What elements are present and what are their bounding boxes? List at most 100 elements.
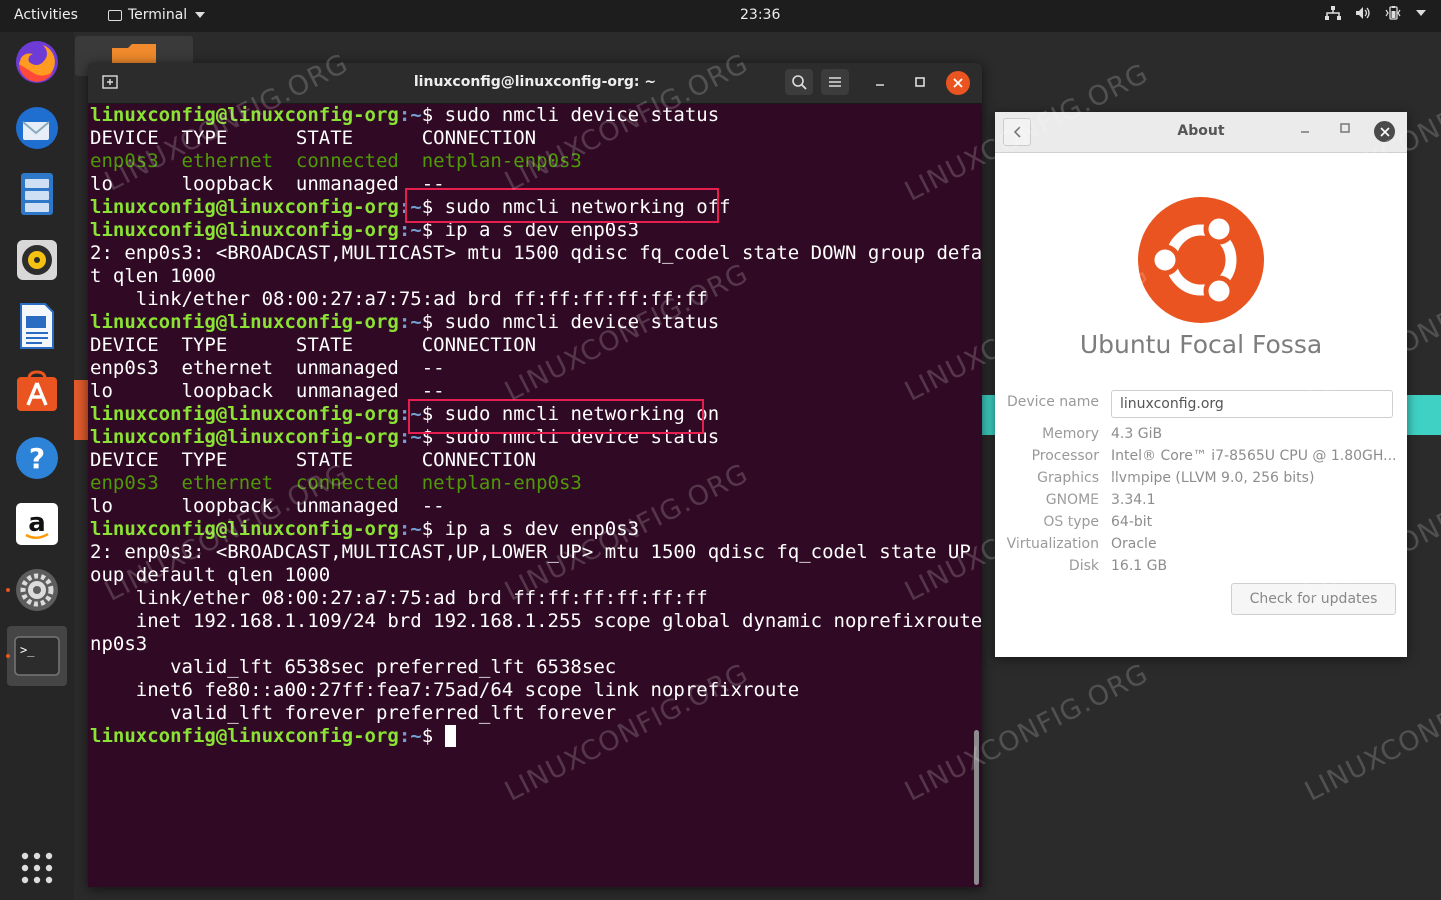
- dock-rhythmbox[interactable]: [7, 230, 67, 290]
- dock-amazon[interactable]: a: [7, 494, 67, 554]
- about-row: Disk 16.1 GB: [995, 558, 1407, 580]
- output-text: enp0s3 ethernet unmanaged --: [90, 357, 445, 379]
- app-menu[interactable]: Terminal: [108, 7, 206, 23]
- terminal-output-line: enp0s3 ethernet connected netplan-enp0s3: [90, 150, 970, 173]
- software-icon: [17, 370, 57, 411]
- prompt-user: linuxconfig@linuxconfig-org: [90, 518, 399, 540]
- amazon-icon: a: [16, 503, 58, 545]
- prompt-sign: $: [421, 104, 445, 126]
- about-row-value: 3.34.1: [1111, 492, 1156, 508]
- caret-down-icon: [195, 12, 206, 18]
- about-row: OS type 64-bit: [995, 514, 1407, 536]
- about-row: GNOME 3.34.1: [995, 492, 1407, 514]
- maximize-button[interactable]: [906, 69, 934, 95]
- about-window[interactable]: About Ubuntu Focal Fossa Device name Mem…: [995, 112, 1407, 657]
- terminal-output-line: DEVICE TYPE STATE CONNECTION: [90, 449, 970, 472]
- terminal-window[interactable]: linuxconfig@linuxconfig-org: ~ linuxconf…: [88, 63, 982, 887]
- system-tray[interactable]: [1325, 6, 1427, 20]
- output-text: DEVICE TYPE STATE CONNECTION: [90, 449, 537, 471]
- terminal-output-line: valid_lft 6538sec preferred_lft 6538sec: [90, 656, 970, 679]
- about-row-value: Intel® Core™ i7-8565U CPU @ 1.80GH...: [1111, 448, 1397, 464]
- dock-thunderbird[interactable]: [7, 98, 67, 158]
- about-row-value: llvmpipe (LLVM 9.0, 256 bits): [1111, 470, 1315, 486]
- about-maximize-button[interactable]: [1339, 122, 1351, 138]
- output-text: np0s3: [90, 633, 148, 655]
- output-text: lo loopback unmanaged --: [90, 380, 445, 402]
- system-menu-caret-icon: [1416, 10, 1426, 16]
- prompt-sign: $: [421, 725, 445, 747]
- clock[interactable]: 23:36: [740, 7, 780, 23]
- dock-files[interactable]: [7, 164, 67, 224]
- output-text: oup default qlen 1000: [90, 564, 331, 586]
- terminal-output-line: lo loopback unmanaged --: [90, 495, 970, 518]
- command-text: sudo nmcli device status: [444, 104, 720, 126]
- about-close-button[interactable]: [1374, 121, 1395, 142]
- help-icon: ?: [16, 437, 58, 479]
- about-row: Virtualization Oracle: [995, 536, 1407, 558]
- dock-writer[interactable]: [7, 296, 67, 356]
- close-icon: [1379, 126, 1390, 137]
- prompt-sign: $: [421, 518, 445, 540]
- dock-help[interactable]: ?: [7, 428, 67, 488]
- output-text: inet6 fe80::a00:27ff:fea7:75ad/64 scope …: [90, 679, 800, 701]
- menu-button[interactable]: [821, 69, 849, 95]
- check-for-updates-button[interactable]: Check for updates: [1231, 583, 1396, 615]
- terminal-command-line: linuxconfig@linuxconfig-org:~$ sudo nmcl…: [90, 311, 970, 334]
- svg-text:?: ?: [29, 442, 45, 475]
- about-minimize-button[interactable]: [1299, 122, 1311, 138]
- prompt-user: linuxconfig@linuxconfig-org: [90, 426, 399, 448]
- dock-terminal[interactable]: >_: [7, 626, 67, 686]
- output-text: enp0s3 ethernet connected netplan-enp0s3: [90, 150, 582, 172]
- dock-software[interactable]: [7, 362, 67, 422]
- terminal-output-line: inet6 fe80::a00:27ff:fea7:75ad/64 scope …: [90, 679, 970, 702]
- output-text: link/ether 08:00:27:a7:75:ad brd ff:ff:f…: [90, 288, 708, 310]
- terminal-output-line: enp0s3 ethernet connected netplan-enp0s3: [90, 472, 970, 495]
- prompt-path: :~: [398, 518, 422, 540]
- firefox-icon: [16, 41, 58, 83]
- os-name: Ubuntu Focal Fossa: [1079, 330, 1323, 359]
- ubuntu-logo-icon: [1138, 197, 1264, 323]
- about-row-value: Oracle: [1111, 536, 1157, 552]
- prompt-user: linuxconfig@linuxconfig-org: [90, 104, 399, 126]
- about-row: Processor Intel® Core™ i7-8565U CPU @ 1.8…: [995, 448, 1407, 470]
- dock: ? a >_: [0, 32, 74, 900]
- volume-icon: [1356, 7, 1370, 19]
- terminal-headerbar[interactable]: linuxconfig@linuxconfig-org: ~: [88, 63, 982, 104]
- terminal-scrollbar[interactable]: [974, 730, 979, 885]
- terminal-output-line: inet 192.168.1.109/24 brd 192.168.1.255 …: [90, 610, 982, 633]
- device-name-input[interactable]: [1111, 390, 1393, 418]
- output-text: valid_lft forever preferred_lft forever: [90, 702, 617, 724]
- about-row-label: GNOME: [1045, 492, 1099, 508]
- terminal-output-line: oup default qlen 1000: [90, 564, 970, 587]
- show-applications[interactable]: [7, 838, 67, 898]
- grid-icon: [21, 852, 53, 884]
- highlight-box-networking-off: [405, 188, 719, 223]
- dock-settings[interactable]: [7, 560, 67, 620]
- close-button[interactable]: [946, 71, 970, 95]
- command-text: sudo nmcli device status: [444, 311, 720, 333]
- minimize-button[interactable]: [866, 69, 894, 95]
- command-text: ip a s dev enp0s3: [444, 518, 640, 540]
- thunderbird-icon: [16, 107, 58, 149]
- terminal-command-line: linuxconfig@linuxconfig-org:~$ sudo nmcl…: [90, 104, 970, 127]
- output-text: lo loopback unmanaged --: [90, 495, 445, 517]
- battery-icon: [1385, 6, 1401, 20]
- about-row-value: 4.3 GiB: [1111, 426, 1163, 442]
- terminal-output-line: 2: enp0s3: <BROADCAST,MULTICAST> mtu 150…: [90, 242, 982, 265]
- app-menu-label: Terminal: [128, 7, 188, 23]
- terminal-output-line: enp0s3 ethernet unmanaged --: [90, 357, 970, 380]
- minimize-icon: [1301, 131, 1309, 133]
- activities-button[interactable]: Activities: [14, 7, 78, 23]
- terminal-output-line: 2: enp0s3: <BROADCAST,MULTICAST,UP,LOWER…: [90, 541, 971, 564]
- prompt-user: linuxconfig@linuxconfig-org: [90, 219, 399, 241]
- about-row: Memory 4.3 GiB: [995, 426, 1407, 448]
- about-headerbar[interactable]: About: [995, 112, 1407, 153]
- search-button[interactable]: [785, 69, 813, 95]
- dock-firefox[interactable]: [7, 32, 67, 92]
- hamburger-icon: [829, 77, 841, 87]
- about-row-label: Processor: [1031, 448, 1099, 464]
- settings-icon: [16, 569, 58, 611]
- prompt-user: linuxconfig@linuxconfig-org: [90, 725, 399, 747]
- prompt-user: linuxconfig@linuxconfig-org: [90, 311, 399, 333]
- network-icon: [1325, 6, 1341, 20]
